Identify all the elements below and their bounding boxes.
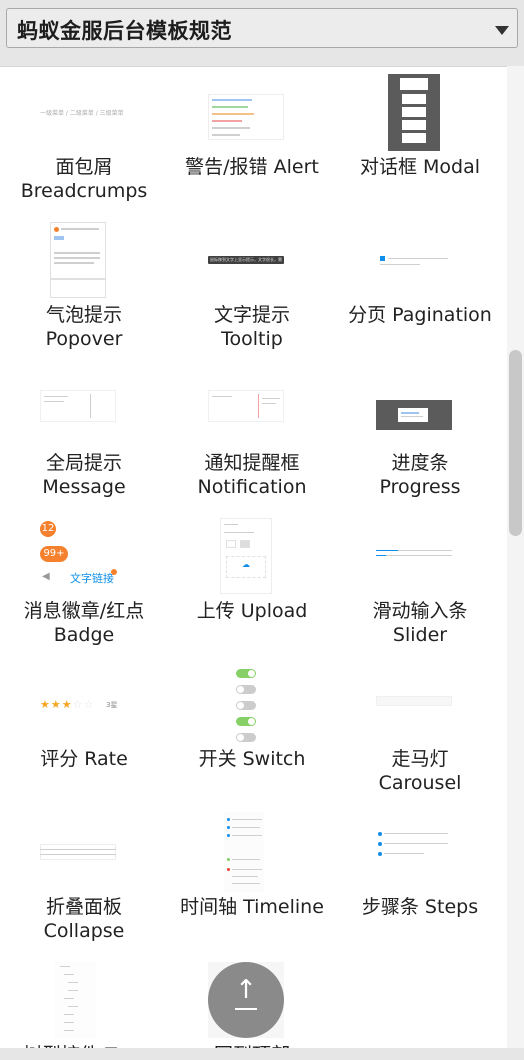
- component-label-line1: 面包屑: [55, 156, 113, 178]
- badge-thumbnail: 12 99+ ◀ 文字链接: [0, 518, 168, 598]
- notification-thumbnail: [168, 390, 336, 422]
- badge-overflow-icon: 99+: [40, 546, 68, 562]
- bottom-bar: [0, 1048, 524, 1060]
- breadcrumb-thumbnail-text: 一级菜单 / 二级菜单 / 三级菜单: [40, 110, 124, 117]
- breadcrumb-thumbnail: 一级菜单 / 二级菜单 / 三级菜单: [0, 106, 168, 122]
- component-label-line2: Slider: [392, 624, 448, 646]
- back-to-top-button[interactable]: ↑: [208, 962, 284, 1038]
- tooltip-thumbnail-text: 鼠标移到文字上显示提示，文字很长，需要换行: [210, 257, 282, 262]
- backtop-thumbnail: ↑: [168, 962, 336, 1038]
- component-timeline[interactable]: 时间轴 Timeline: [168, 806, 336, 954]
- component-label-line1: 上传 Upload: [196, 600, 308, 622]
- component-label-line1: 滑动输入条: [372, 600, 468, 622]
- arrow-up-icon: ↑: [235, 975, 257, 1005]
- progress-thumbnail: [336, 400, 504, 430]
- component-label-line2: Tooltip: [221, 328, 283, 350]
- component-modal[interactable]: 对话框 Modal: [336, 66, 504, 214]
- component-label-line1: 对话框 Modal: [359, 156, 481, 178]
- switch-off-icon: [236, 733, 256, 742]
- scrollbar-track[interactable]: [507, 66, 524, 1060]
- template-select[interactable]: 蚂蚁金服后台模板规范: [6, 8, 518, 48]
- component-label-line2: Collapse: [43, 920, 125, 942]
- component-notification[interactable]: 通知提醒框 Notification: [168, 362, 336, 510]
- template-select-value: 蚂蚁金服后台模板规范: [17, 19, 232, 43]
- tooltip-thumbnail: 鼠标移到文字上显示提示，文字很长，需要换行: [168, 256, 336, 266]
- component-tree[interactable]: 树型控件 Tree: [0, 954, 168, 1060]
- component-label-line1: 通知提醒框: [204, 452, 300, 474]
- star-rating-icon: ★★★☆☆: [40, 698, 95, 711]
- component-label-line1: 分页 Pagination: [348, 304, 492, 326]
- component-label-line2: Message: [42, 476, 126, 498]
- message-thumbnail: [0, 390, 168, 422]
- slider-thumbnail: [336, 546, 504, 560]
- component-label-line1: 开关 Switch: [198, 748, 306, 770]
- switch-on-icon: [236, 669, 256, 678]
- sound-icon: ◀: [42, 571, 50, 582]
- component-steps[interactable]: 步骤条 Steps: [336, 806, 504, 954]
- cloud-upload-icon: ☁: [242, 560, 250, 569]
- component-label-line1: 走马灯: [391, 748, 449, 770]
- alert-thumbnail: [168, 94, 336, 140]
- top-bar: 蚂蚁金服后台模板规范: [0, 0, 524, 67]
- component-message[interactable]: 全局提示 Message: [0, 362, 168, 510]
- badge-count-icon: 12: [40, 521, 56, 537]
- popover-thumbnail: [0, 222, 168, 298]
- tree-thumbnail: [0, 962, 168, 1038]
- component-upload[interactable]: ☁ 上传 Upload: [168, 510, 336, 658]
- modal-thumbnail: [336, 74, 504, 151]
- rate-value-text: 3星: [106, 701, 118, 709]
- component-label-line1: 折叠面板: [45, 896, 122, 918]
- component-pagination[interactable]: 分页 Pagination: [336, 214, 504, 362]
- component-label-line1: 警告/报错 Alert: [185, 156, 319, 178]
- component-grid: 一级菜单 / 二级菜单 / 三级菜单 面包屑 Breadcrumps 警告/报错…: [0, 66, 505, 1060]
- upload-thumbnail: ☁: [168, 518, 336, 594]
- collapse-thumbnail: [0, 844, 168, 860]
- switch-off-icon: [236, 685, 256, 694]
- component-label-line1: 文字提示: [213, 304, 290, 326]
- component-backtop[interactable]: ↑ 回到顶部: [168, 954, 336, 1060]
- component-label-line1: 评分 Rate: [40, 748, 128, 770]
- switch-on-icon: [236, 717, 256, 726]
- component-badge[interactable]: 12 99+ ◀ 文字链接 消息徽章/红点 Badge: [0, 510, 168, 658]
- chevron-down-icon[interactable]: [495, 26, 509, 35]
- rate-thumbnail: ★★★☆☆ 3星: [0, 698, 168, 712]
- component-label-line1: 步骤条 Steps: [361, 896, 479, 918]
- component-tooltip[interactable]: 鼠标移到文字上显示提示，文字很长，需要换行 文字提示 Tooltip: [168, 214, 336, 362]
- component-rate[interactable]: ★★★☆☆ 3星 评分 Rate: [0, 658, 168, 806]
- component-popover[interactable]: 气泡提示 Popover: [0, 214, 168, 362]
- component-alert[interactable]: 警告/报错 Alert: [168, 66, 336, 214]
- carousel-thumbnail: [336, 696, 504, 708]
- component-label-line2: Carousel: [378, 772, 462, 794]
- component-label-line2: Notification: [197, 476, 307, 498]
- component-progress[interactable]: 进度条 Progress: [336, 362, 504, 510]
- component-label-line1: 进度条: [391, 452, 449, 474]
- component-breadcrumb[interactable]: 一级菜单 / 二级菜单 / 三级菜单 面包屑 Breadcrumps: [0, 66, 168, 214]
- timeline-thumbnail: [168, 812, 336, 892]
- switch-off-icon: [236, 701, 256, 710]
- component-label-line2: Badge: [53, 624, 115, 646]
- component-label-line2: Breadcrumps: [20, 180, 148, 202]
- scrollbar-thumb[interactable]: [509, 350, 522, 536]
- component-label-line1: 气泡提示: [45, 304, 122, 326]
- pagination-thumbnail: [336, 254, 504, 268]
- component-collapse[interactable]: 折叠面板 Collapse: [0, 806, 168, 954]
- component-label-line2: Popover: [45, 328, 123, 350]
- switch-thumbnail: [168, 666, 336, 742]
- component-slider[interactable]: 滑动输入条 Slider: [336, 510, 504, 658]
- component-label-line2: Progress: [379, 476, 461, 498]
- component-label-line1: 消息徽章/红点: [23, 600, 145, 622]
- component-label-line1: 全局提示: [45, 452, 122, 474]
- component-carousel[interactable]: 走马灯 Carousel: [336, 658, 504, 806]
- red-dot-icon: [111, 569, 117, 575]
- component-label-line1: 时间轴 Timeline: [180, 896, 324, 918]
- badge-link-text: 文字链接: [70, 572, 114, 585]
- component-switch[interactable]: 开关 Switch: [168, 658, 336, 806]
- steps-thumbnail: [336, 830, 504, 864]
